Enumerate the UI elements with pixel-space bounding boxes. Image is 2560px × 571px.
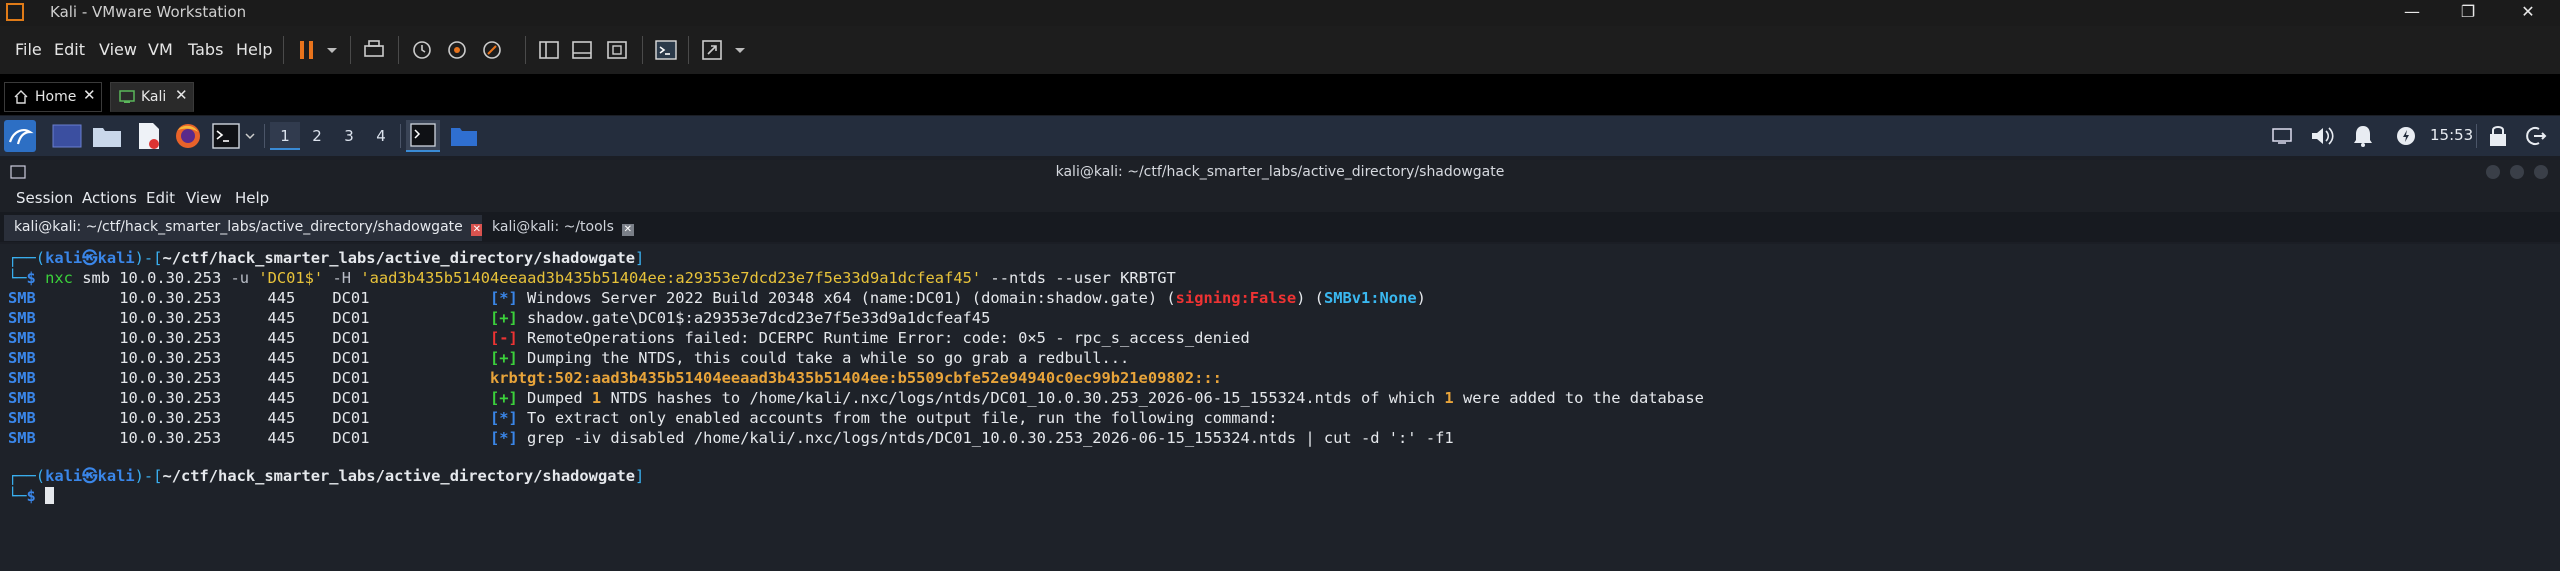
- lock-icon[interactable]: [2488, 124, 2508, 148]
- panel-separator: [400, 124, 401, 148]
- toolbar-divider: [283, 36, 284, 64]
- window-title: Kali - VMware Workstation: [50, 3, 247, 21]
- kali-menu-icon[interactable]: [4, 120, 36, 152]
- console-view-icon[interactable]: [654, 38, 678, 62]
- close-icon[interactable]: ✕: [621, 224, 634, 236]
- chevron-down-icon[interactable]: [320, 38, 344, 62]
- clock[interactable]: 15:53: [2430, 126, 2473, 144]
- output-line: SMB 10.0.30.253 445 DC01 [+] Dumped 1 NT…: [8, 389, 1704, 407]
- panel-separator: [264, 124, 265, 148]
- output-line: SMB 10.0.30.253 445 DC01 [*] grep -iv di…: [8, 429, 1454, 447]
- minimize-icon[interactable]: [2486, 165, 2500, 179]
- toolbar-divider: [642, 36, 643, 64]
- menu-edit[interactable]: Edit: [146, 189, 175, 207]
- snapshot-icon[interactable]: [410, 38, 434, 62]
- workspace-4[interactable]: 4: [366, 122, 396, 150]
- panel-separator: [2476, 124, 2477, 148]
- menu-help[interactable]: Help: [236, 40, 272, 59]
- output-line: SMB 10.0.30.253 445 DC01 [+] Dumping the…: [8, 349, 1130, 367]
- menu-actions[interactable]: Actions: [82, 189, 137, 207]
- chevron-down-icon[interactable]: [244, 130, 256, 142]
- maximize-icon[interactable]: [2510, 165, 2524, 179]
- close-icon[interactable]: [2534, 165, 2548, 179]
- close-icon[interactable]: ✕: [175, 86, 188, 104]
- tab-home[interactable]: Home ✕: [4, 82, 102, 112]
- prompt-line: ┌──(kali㉿kali)-[~/ctf/hack_smarter_labs/…: [8, 467, 645, 485]
- terminal-output[interactable]: ┌──(kali㉿kali)-[~/ctf/hack_smarter_labs/…: [0, 244, 2560, 571]
- chevron-down-icon[interactable]: [728, 38, 752, 62]
- terminal-tab-shadowgate[interactable]: kali@kali: ~/ctf/hack_smarter_labs/activ…: [4, 215, 493, 241]
- close-icon[interactable]: ✕: [83, 86, 96, 104]
- logout-icon[interactable]: [2524, 124, 2548, 148]
- terminal-menubar: Session Actions Edit View Help: [0, 184, 2560, 212]
- taskbar-folder-icon[interactable]: [450, 125, 478, 147]
- tab-kali[interactable]: Kali ✕: [110, 82, 194, 112]
- thumbnail-view-icon[interactable]: [570, 38, 594, 62]
- terminal-title: kali@kali: ~/ctf/hack_smarter_labs/activ…: [1055, 164, 1505, 180]
- terminal-tab-label: kali@kali: ~/tools: [492, 219, 614, 235]
- firefox-icon[interactable]: [174, 122, 202, 150]
- output-line: SMB 10.0.30.253 445 DC01 krbtgt:502:aad3…: [8, 369, 1222, 387]
- terminal-icon: [410, 123, 436, 147]
- menu-view[interactable]: View: [186, 189, 222, 207]
- xfce-panel: 1 2 3 4 15:53: [0, 116, 2560, 156]
- volume-icon[interactable]: [2310, 125, 2336, 147]
- pause-icon[interactable]: [295, 38, 319, 62]
- close-icon[interactable]: ✕: [2500, 0, 2556, 26]
- toolbar-divider: [398, 36, 399, 64]
- show-desktop-icon[interactable]: [52, 124, 82, 148]
- vmware-logo-icon: [6, 3, 24, 21]
- menu-session[interactable]: Session: [16, 189, 73, 207]
- menu-vm[interactable]: VM: [148, 40, 173, 59]
- menu-edit[interactable]: Edit: [54, 40, 85, 59]
- send-keys-icon[interactable]: [362, 38, 386, 62]
- library-view-icon[interactable]: [537, 38, 561, 62]
- terminal-tab-label: kali@kali: ~/ctf/hack_smarter_labs/activ…: [14, 219, 463, 235]
- revert-snapshot-icon[interactable]: [445, 38, 469, 62]
- menu-help[interactable]: Help: [235, 189, 269, 207]
- workspace-2[interactable]: 2: [302, 122, 332, 150]
- output-line: SMB 10.0.30.253 445 DC01 [-] RemoteOpera…: [8, 329, 1250, 347]
- display-icon[interactable]: [2272, 128, 2292, 144]
- toolbar-divider: [350, 36, 351, 64]
- vmware-menubar: File Edit View VM Tabs Help: [0, 26, 2560, 75]
- menu-tabs[interactable]: Tabs: [188, 40, 223, 59]
- text-cursor: [45, 487, 55, 504]
- toolbar-divider: [525, 36, 526, 64]
- workspace-3[interactable]: 3: [334, 122, 364, 150]
- command-line: └─$ nxc smb 10.0.30.253 -u 'DC01$' -H 'a…: [8, 269, 1176, 287]
- tab-home-label: Home: [35, 89, 77, 105]
- terminal-launcher-icon[interactable]: [212, 123, 240, 149]
- vm-icon: [119, 90, 135, 103]
- menu-view[interactable]: View: [99, 40, 137, 59]
- output-line: SMB 10.0.30.253 445 DC01 [+] shadow.gate…: [8, 309, 991, 327]
- text-editor-icon[interactable]: [136, 122, 162, 150]
- input-line[interactable]: └─$: [8, 486, 55, 506]
- output-line: SMB 10.0.30.253 445 DC01 [*] Windows Ser…: [8, 289, 1426, 307]
- taskbar-terminal-window[interactable]: [406, 120, 440, 152]
- restore-icon[interactable]: ❐: [2440, 0, 2496, 26]
- close-icon[interactable]: ✕: [470, 224, 483, 236]
- menu-file[interactable]: File: [15, 40, 42, 59]
- notifications-icon[interactable]: [2352, 124, 2374, 148]
- vmware-tab-strip: Home ✕ Kali ✕: [0, 74, 2560, 115]
- full-screen-icon[interactable]: [605, 38, 629, 62]
- workspace-1[interactable]: 1: [270, 122, 300, 150]
- prompt-line: ┌──(kali㉿kali)-[~/ctf/hack_smarter_labs/…: [8, 249, 645, 267]
- toolbar-divider: [688, 36, 689, 64]
- vmware-title-bar: Kali - VMware Workstation — ❐ ✕: [0, 0, 2560, 26]
- power-manager-icon[interactable]: [2396, 126, 2416, 146]
- terminal-tab-strip: kali@kali: ~/ctf/hack_smarter_labs/activ…: [0, 212, 2560, 242]
- snapshot-manager-icon[interactable]: [480, 38, 504, 62]
- terminal-title-bar: kali@kali: ~/ctf/hack_smarter_labs/activ…: [0, 160, 2560, 184]
- stretch-guest-icon[interactable]: [700, 38, 724, 62]
- tab-kali-label: Kali: [141, 89, 167, 105]
- minimize-icon[interactable]: —: [2384, 0, 2440, 26]
- terminal-tab-tools[interactable]: kali@kali: ~/tools ✕: [482, 215, 644, 241]
- home-icon: [14, 90, 28, 104]
- output-line: SMB 10.0.30.253 445 DC01 [*] To extract …: [8, 409, 1278, 427]
- file-manager-icon[interactable]: [92, 124, 122, 148]
